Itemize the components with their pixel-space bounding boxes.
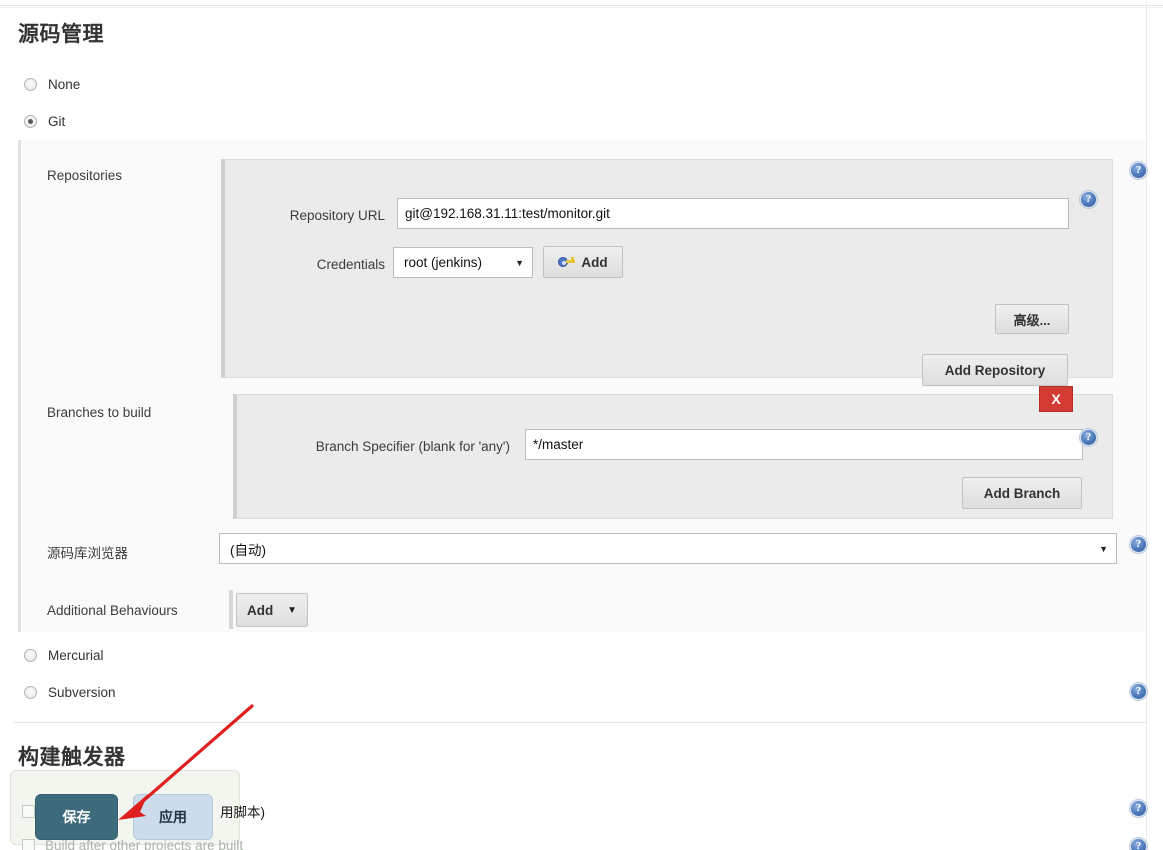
add-credentials-button[interactable]: Add xyxy=(543,246,623,278)
scm-option-none[interactable]: None xyxy=(24,77,80,92)
section-divider xyxy=(14,722,1146,723)
branch-specifier-input[interactable] xyxy=(525,429,1083,460)
checkbox-after-projects[interactable] xyxy=(22,839,35,850)
radio-none-icon[interactable] xyxy=(24,78,37,91)
scm-option-subversion-label: Subversion xyxy=(48,685,116,700)
help-icon-subversion[interactable] xyxy=(1130,683,1147,700)
branches-panel: X Branch Specifier (blank for 'any') Add… xyxy=(233,386,1113,519)
scm-option-git[interactable]: Git xyxy=(24,114,65,129)
save-button[interactable]: 保存 xyxy=(35,794,118,840)
additional-behaviours-label: Additional Behaviours xyxy=(47,603,178,618)
top-divider-secondary xyxy=(0,7,1163,8)
help-icon-repository-browser[interactable] xyxy=(1130,536,1147,553)
scm-option-subversion[interactable]: Subversion xyxy=(24,685,116,700)
scm-option-git-label: Git xyxy=(48,114,66,129)
build-triggers-title: 构建触发器 xyxy=(18,746,126,769)
repository-url-input[interactable] xyxy=(397,198,1069,229)
chevron-down-icon: ▼ xyxy=(287,604,297,616)
scm-option-none-label: None xyxy=(48,77,81,92)
repository-browser-label: 源码库浏览器 xyxy=(47,546,128,561)
checkbox-remote-build[interactable] xyxy=(22,804,35,818)
apply-button[interactable]: 应用 xyxy=(133,794,213,840)
credentials-label: Credentials xyxy=(316,257,385,272)
repositories-panel: Repository URL Credentials root (jenkins… xyxy=(221,159,1113,386)
branch-specifier-label: Branch Specifier (blank for 'any') xyxy=(315,439,510,454)
branches-to-build-label: Branches to build xyxy=(47,405,152,420)
add-behaviour-button[interactable]: Add ▼ xyxy=(236,593,308,627)
git-config-body: Repositories Repository URL Credentials … xyxy=(18,140,1146,632)
repositories-label: Repositories xyxy=(47,168,123,183)
add-repository-button[interactable]: Add Repository xyxy=(922,354,1068,386)
chevron-down-icon: ▼ xyxy=(1099,543,1108,554)
right-divider xyxy=(1146,0,1147,850)
radio-subversion-icon[interactable] xyxy=(24,686,37,699)
scm-section-title: 源码管理 xyxy=(18,23,104,46)
add-behaviour-label: Add xyxy=(247,602,274,618)
help-icon-repositories[interactable] xyxy=(1130,162,1147,179)
jenkins-job-config-page: 源码管理 None Git Repositories Repository UR… xyxy=(0,0,1163,850)
credentials-select[interactable]: root (jenkins) ▼ xyxy=(393,247,533,278)
repository-browser-select[interactable]: (自动) ▼ xyxy=(219,533,1117,564)
top-divider xyxy=(0,5,1163,6)
advanced-button[interactable]: 高级... xyxy=(995,304,1069,334)
help-icon-after-projects[interactable] xyxy=(1130,838,1147,850)
radio-mercurial-icon[interactable] xyxy=(24,649,37,662)
repository-browser-selected-value: (自动) xyxy=(230,542,266,558)
chevron-down-icon: ▼ xyxy=(515,257,524,268)
trigger-remote-build-label: 用脚本) xyxy=(220,805,265,820)
delete-branch-button[interactable]: X xyxy=(1039,386,1073,412)
credentials-selected-value: root (jenkins) xyxy=(404,255,483,270)
help-icon-remote-build[interactable] xyxy=(1130,800,1147,817)
add-credentials-label: Add xyxy=(581,254,608,270)
scm-option-mercurial[interactable]: Mercurial xyxy=(24,648,104,663)
radio-git-icon[interactable] xyxy=(24,115,37,128)
help-icon-branch-specifier[interactable] xyxy=(1080,429,1097,446)
key-icon xyxy=(558,256,576,268)
add-branch-button[interactable]: Add Branch xyxy=(962,477,1082,509)
scm-option-mercurial-label: Mercurial xyxy=(48,648,104,663)
repository-url-label: Repository URL xyxy=(289,208,385,223)
help-icon-repository-url[interactable] xyxy=(1080,191,1097,208)
